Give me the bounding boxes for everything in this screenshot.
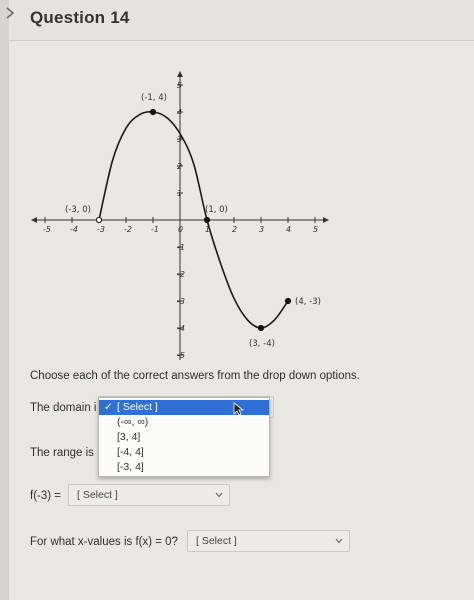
x-axis-arrow-right: [323, 217, 329, 223]
point-label: (3, -4): [249, 339, 275, 349]
function-graph: -5 -4 -3 -2 -1 0 1 2 3 4 554321-1-2-3-4-5(-3, 0)(-…: [31, 71, 329, 360]
range-label: The range is: [30, 447, 94, 459]
graph-point: [149, 108, 157, 116]
x-tick-label: -2: [124, 225, 132, 234]
x-tick-label: 0: [178, 225, 183, 234]
point-label: (-1, 4): [141, 93, 167, 103]
graph-point: [95, 216, 103, 224]
question-header: Question 14: [6, 0, 474, 41]
question-title: Question 14: [30, 8, 130, 27]
zeros-label: For what x-values is f(x) = 0?: [30, 536, 178, 548]
graph-point: [257, 324, 265, 332]
dropdown-option[interactable]: (-∞, ∞): [99, 415, 269, 430]
y-tick-label: 5: [177, 81, 182, 90]
domain-label: The domain i: [30, 402, 97, 414]
y-tick-label: -3: [177, 297, 185, 306]
chevron-right-icon[interactable]: [3, 6, 17, 20]
x-axis-arrow-left: [31, 217, 37, 223]
instructions-text: Choose each of the correct answers from …: [30, 370, 360, 382]
x-tick-label: 3: [259, 225, 264, 234]
x-tick-label: -5: [43, 225, 51, 234]
y-tick-label: 2: [177, 162, 182, 171]
y-tick-label: -4: [177, 324, 185, 333]
point-label: (-3, 0): [65, 205, 91, 215]
f-of-neg3-select[interactable]: [ Select ]: [68, 484, 230, 506]
y-tick-label: -5: [177, 351, 185, 360]
zeros-select[interactable]: [ Select ]: [187, 530, 350, 552]
y-tick-label: -2: [177, 270, 185, 279]
dropdown-option[interactable]: [-3, 4]: [99, 460, 269, 475]
y-tick-label: 4: [177, 108, 182, 117]
x-tick-label: -4: [70, 225, 78, 234]
y-tick-label: 1: [177, 189, 182, 198]
point-label: (4, -3): [295, 297, 321, 307]
x-tick-label: 4: [286, 225, 291, 234]
graph-point: [203, 216, 211, 224]
chevron-down-icon: [335, 538, 343, 544]
dropdown-option[interactable]: [-4, 4]: [99, 445, 269, 460]
f-of-neg3-label: f(-3) =: [30, 490, 61, 502]
mouse-cursor-icon: [233, 402, 245, 416]
y-axis-arrow-up: [177, 71, 183, 77]
chevron-down-icon: [215, 492, 223, 498]
x-tick-label: -1: [151, 225, 159, 234]
checkmark-icon: ✓: [104, 401, 113, 413]
x-tick-label: -3: [97, 225, 105, 234]
point-label: (1, 0): [205, 205, 228, 215]
dropdown-option[interactable]: [3, 4]: [99, 430, 269, 445]
x-tick-label: 5: [313, 225, 318, 234]
y-tick-label: -1: [177, 243, 185, 252]
graph-point: [284, 297, 292, 305]
x-tick-label: 2: [232, 225, 237, 234]
